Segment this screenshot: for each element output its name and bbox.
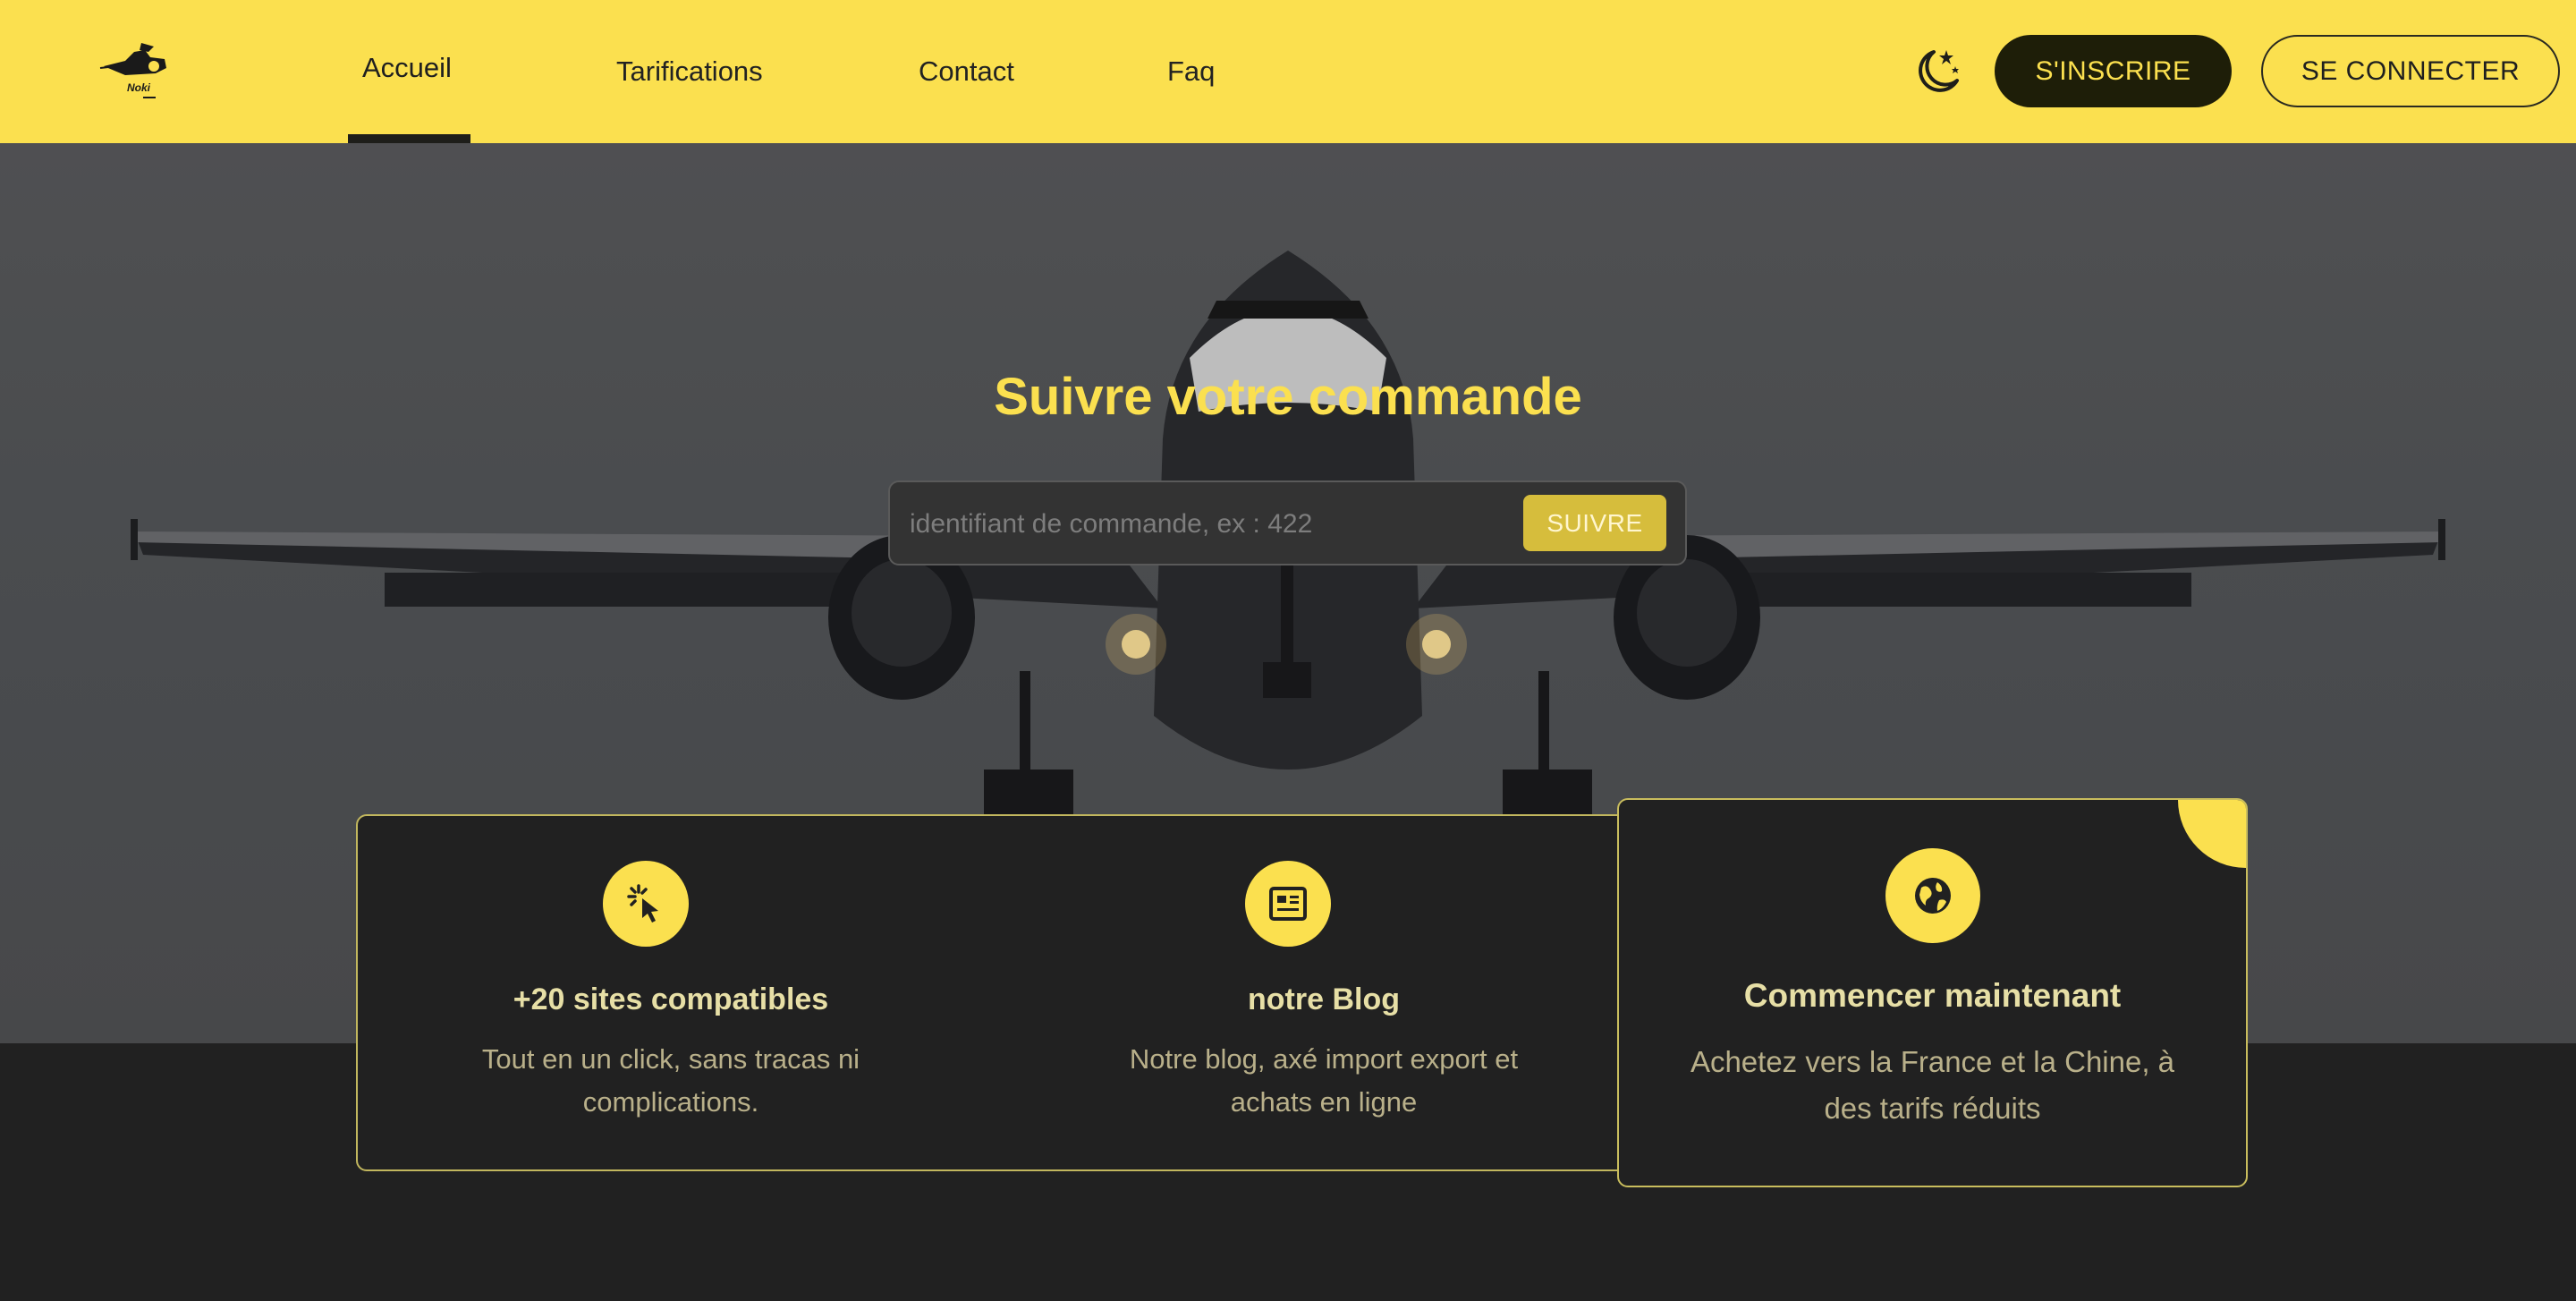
nav-accueil[interactable]: Accueil xyxy=(362,0,452,140)
nav-tarifications[interactable]: Tarifications xyxy=(616,0,763,143)
feature-title: +20 sites compatibles xyxy=(513,982,829,1016)
feature-title: notre Blog xyxy=(1248,982,1400,1016)
feature-sites[interactable]: +20 sites compatibles Tout en un click, … xyxy=(358,816,984,1173)
newspaper-icon xyxy=(1245,861,1331,947)
nav-contact[interactable]: Contact xyxy=(919,0,1014,143)
noki-logo[interactable]: Noki xyxy=(98,39,174,102)
feature-blog[interactable]: notre Blog Notre blog, axé import export… xyxy=(1002,816,1646,1173)
feature-description-line: Tout en un click, sans tracas ni xyxy=(481,1043,860,1075)
features-card: +20 sites compatibles Tout en un click, … xyxy=(356,814,1698,1171)
track-button[interactable]: SUIVRE xyxy=(1523,495,1666,551)
feature-description-line: complications. xyxy=(582,1086,759,1118)
active-nav-indicator xyxy=(348,134,470,143)
logo-text: Noki xyxy=(127,81,151,94)
top-navbar: Noki Accueil Tarifications Contact Faq S… xyxy=(0,0,2576,143)
feature-title: Commencer maintenant xyxy=(1743,977,2122,1014)
login-button[interactable]: SE CONNECTER xyxy=(2261,35,2560,107)
moon-stars-icon[interactable] xyxy=(1912,45,1962,97)
order-id-input[interactable] xyxy=(908,498,1484,550)
globe-icon xyxy=(1885,848,1980,943)
nav-faq[interactable]: Faq xyxy=(1167,0,1215,143)
hero-title: Suivre votre commande xyxy=(994,368,1582,426)
feature-description-line: Achetez vers la France et la Chine, à xyxy=(1690,1045,2175,1078)
signup-button[interactable]: S'INSCRIRE xyxy=(1995,35,2232,107)
order-tracking-form: SUIVRE xyxy=(888,480,1687,565)
feature-description-line: Notre blog, axé import export et xyxy=(1129,1043,1519,1075)
cursor-click-icon xyxy=(603,861,689,947)
feature-description-line: des tarifs réduits xyxy=(1824,1092,2041,1125)
corner-accent xyxy=(2178,800,2246,868)
feature-description-line: achats en ligne xyxy=(1230,1086,1418,1118)
feature-get-started[interactable]: Commencer maintenant Achetez vers la Fra… xyxy=(1617,798,2248,1187)
